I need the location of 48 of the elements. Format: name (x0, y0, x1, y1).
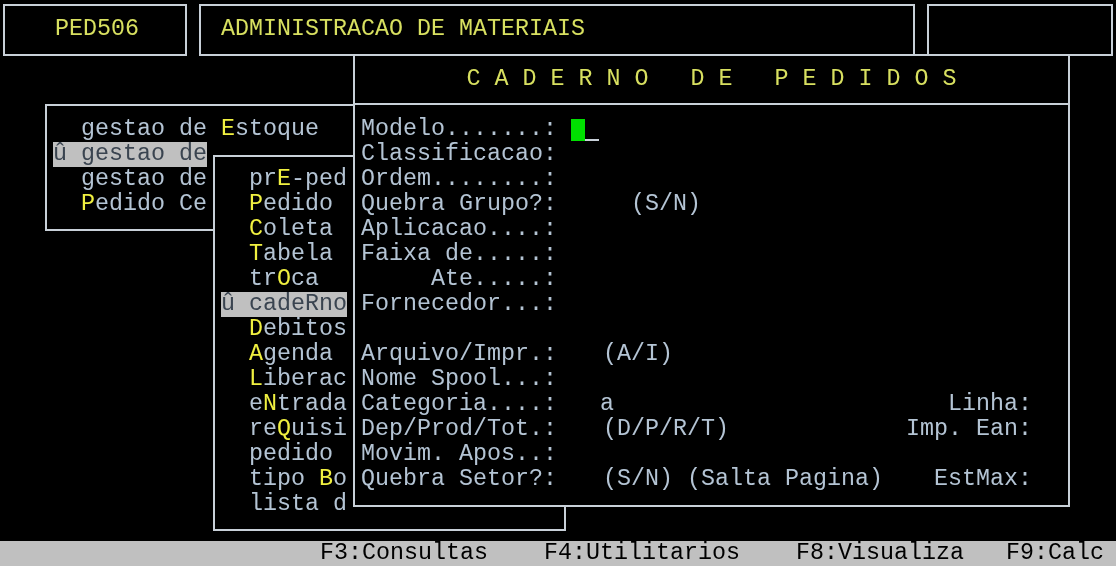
field-label: Imp. Ean: (906, 417, 1032, 442)
field-label: Linha: (948, 392, 1032, 417)
field-label: Faixa de.....: (361, 242, 557, 267)
menu-item[interactable]: lista d (221, 492, 347, 517)
field-label: Quebra Setor?: (361, 467, 557, 492)
field-label: Dep/Prod/Tot.: (361, 417, 557, 442)
field-hint: (S/N) (631, 192, 701, 217)
menu-item[interactable]: pedido (221, 442, 333, 467)
field-hint: (D/P/R/T) (603, 417, 729, 442)
menu-item[interactable]: Pedido (221, 192, 333, 217)
field-label: Modelo.......: (361, 117, 557, 142)
program-code: PED506 (55, 16, 139, 42)
field-label: Ate.....: (430, 267, 557, 292)
field-label: Categoria....: (361, 392, 557, 417)
menu-item[interactable]: Coleta (221, 217, 333, 242)
function-key-hint[interactable]: F9:Calc (1006, 541, 1104, 566)
menu-item[interactable]: Tabela (221, 242, 333, 267)
field-label: Quebra Grupo?: (361, 192, 557, 217)
menu-item[interactable]: tipo Bo (221, 467, 347, 492)
field-label: Ordem........: (361, 167, 557, 192)
menu-item[interactable]: trOca (221, 267, 319, 292)
function-key-hint[interactable]: F8:Visualiza (796, 541, 964, 566)
menu-item[interactable]: û cadeRno (221, 292, 347, 317)
field-label: Aplicacao....: (361, 217, 557, 242)
input-field[interactable] (571, 118, 599, 141)
field-label: Nome Spool...: (361, 367, 557, 392)
field-label: Movim. Apos..: (361, 442, 557, 467)
field-value: a (600, 392, 614, 417)
field-hint: (S/N) (Salta Pagina) (603, 467, 883, 492)
menu-item[interactable]: Pedido Ce (53, 192, 207, 217)
menu-item[interactable]: û gestao de (53, 142, 207, 167)
menu-item[interactable]: gestao de (53, 167, 207, 192)
system-title: ADMINISTRACAO DE MATERIAIS (221, 16, 585, 42)
menu-item[interactable]: gestao de Estoque (53, 117, 319, 142)
field-hint: (A/I) (603, 342, 673, 367)
menu-item[interactable]: Liberac (221, 367, 347, 392)
field-label: Arquivo/Impr.: (361, 342, 557, 367)
menu-item[interactable]: reQuisi (221, 417, 347, 442)
form-title: C A D E R N O D E P E D I D O S (466, 67, 957, 92)
menu-item[interactable]: eNtrada (221, 392, 347, 417)
field-label: EstMax: (934, 467, 1032, 492)
function-key-hint[interactable]: F3:Consultas (320, 541, 488, 566)
menu-item[interactable]: prE-ped (221, 167, 347, 192)
field-label: Fornecedor...: (361, 292, 557, 317)
function-key-hint[interactable]: F4:Utilitarios (544, 541, 740, 566)
menu-item[interactable]: Debitos (221, 317, 347, 342)
menu-item[interactable]: Agenda (221, 342, 333, 367)
field-label: Classificacao: (361, 142, 557, 167)
